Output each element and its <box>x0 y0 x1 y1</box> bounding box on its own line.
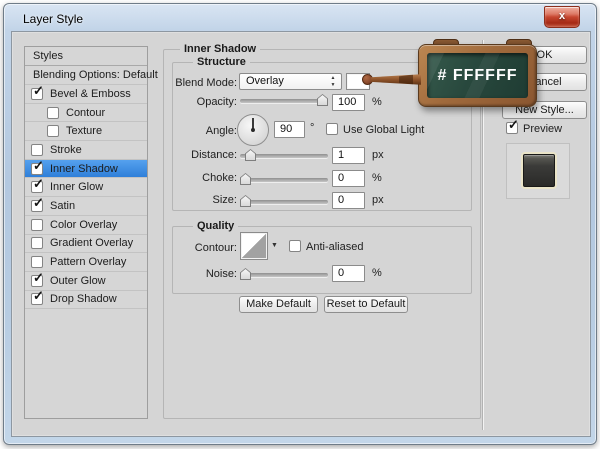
checkbox[interactable]: ✓ <box>31 196 44 212</box>
checkbox[interactable]: ✓ <box>47 106 59 119</box>
sidebar-item-bevel-emboss[interactable]: ✓ Bevel & Emboss <box>25 84 147 104</box>
distance-input[interactable]: 1 <box>332 147 365 164</box>
check-icon: ✓ <box>33 176 44 192</box>
sidebar-item-satin[interactable]: ✓ Satin <box>25 196 147 216</box>
sidebar-item-gradient-overlay[interactable]: ✓ Gradient Overlay <box>25 234 147 254</box>
check-icon: ✓ <box>33 269 44 285</box>
check-icon: ✓ <box>33 82 44 98</box>
anti-aliased-checkbox[interactable]: ✓ <box>289 240 301 252</box>
size-unit: px <box>372 194 384 206</box>
opacity-input[interactable]: 100 <box>332 94 365 111</box>
sidebar-item-label: Pattern Overlay <box>50 256 127 269</box>
layer-preview-thumbnail <box>523 154 555 187</box>
checkbox[interactable]: ✓ <box>31 271 44 287</box>
angle-dial[interactable] <box>237 114 269 146</box>
dropdown-spinner-icon: ▲ ▼ <box>330 75 336 88</box>
preview-area <box>506 143 570 199</box>
size-input[interactable]: 0 <box>332 192 365 209</box>
reset-to-default-button[interactable]: Reset to Default <box>324 296 408 313</box>
quality-group: Quality <box>172 220 472 294</box>
sidebar-item-label: Gradient Overlay <box>50 237 134 250</box>
checkbox[interactable]: ✓ <box>31 256 43 269</box>
choke-label: Choke: <box>202 172 237 184</box>
sidebar-header-label: Styles <box>33 50 63 62</box>
sidebar-item-label: Texture <box>66 125 103 138</box>
blend-mode-value: Overlay <box>246 75 284 87</box>
use-global-light-label: Use Global Light <box>343 124 425 136</box>
angle-center-dot <box>251 128 255 132</box>
blend-mode-label: Blend Mode: <box>175 77 237 89</box>
size-label: Size: <box>212 194 237 206</box>
choke-input[interactable]: 0 <box>332 170 365 187</box>
opacity-label: Opacity: <box>196 96 237 108</box>
angle-input[interactable]: 90 <box>274 121 305 138</box>
check-icon: ✓ <box>33 194 44 210</box>
noise-input[interactable]: 0 <box>332 265 365 282</box>
close-button[interactable]: x <box>544 6 580 28</box>
checkbox[interactable]: ✓ <box>31 84 44 100</box>
check-icon: ✓ <box>508 117 519 132</box>
sidebar-item-label: Inner Shadow <box>50 162 118 175</box>
contour-thumbnail[interactable] <box>240 232 268 260</box>
checkbox[interactable]: ✓ <box>47 125 59 138</box>
sidebar-item-stroke[interactable]: ✓ Stroke <box>25 141 147 160</box>
sidebar-item-label: Satin <box>50 199 76 212</box>
quality-legend: Quality <box>193 220 239 232</box>
check-icon: ✓ <box>33 157 44 173</box>
choke-unit: % <box>372 172 382 184</box>
sidebar-item-texture[interactable]: ✓ Texture <box>25 122 147 142</box>
styles-sidebar: Styles Blending Options: Default ✓ Bevel… <box>24 46 158 419</box>
window-title: Layer Style <box>23 12 84 26</box>
sidebar-item-label: Bevel & Emboss <box>50 87 131 100</box>
sidebar-item-drop-shadow[interactable]: ✓ Drop Shadow <box>25 289 147 310</box>
angle-label: Angle: <box>205 125 237 137</box>
noise-label: Noise: <box>205 268 237 280</box>
checkbox[interactable]: ✓ <box>31 177 44 194</box>
preview-label: Preview <box>523 123 563 135</box>
sidebar-item-label: Stroke <box>50 143 82 156</box>
checkbox[interactable]: ✓ <box>31 237 43 250</box>
distance-unit: px <box>372 149 384 161</box>
checkbox[interactable]: ✓ <box>31 159 44 175</box>
checkbox[interactable]: ✓ <box>31 143 43 156</box>
contour-label: Contour: <box>194 242 237 254</box>
check-icon: ✓ <box>33 288 44 304</box>
use-global-light-checkbox[interactable]: ✓ <box>326 123 338 135</box>
opacity-unit: % <box>372 96 382 108</box>
preview-checkbox[interactable]: ✓ <box>506 118 519 134</box>
sidebar-header-styles[interactable]: Styles <box>25 47 147 66</box>
anti-aliased-label: Anti-aliased <box>306 241 364 253</box>
distance-label: Distance: <box>191 149 237 161</box>
sidebar-item-label: Drop Shadow <box>50 293 117 306</box>
checkbox[interactable]: ✓ <box>31 289 44 306</box>
structure-legend: Structure <box>193 56 250 68</box>
angle-unit: ° <box>310 122 315 134</box>
sidebar-item-label: Contour <box>66 106 106 119</box>
panel-title: Inner Shadow <box>180 43 261 55</box>
opacity-slider[interactable] <box>240 99 328 103</box>
titlebar[interactable]: Layer Style x <box>4 4 596 31</box>
close-icon: x <box>558 10 566 22</box>
sidebar-item-label: Outer Glow <box>50 274 106 287</box>
sidebar-item-contour[interactable]: ✓ Contour <box>25 103 147 123</box>
sidebar-item-color-overlay[interactable]: ✓ Color Overlay <box>25 215 147 235</box>
noise-slider[interactable] <box>240 273 328 277</box>
size-slider[interactable] <box>240 200 328 204</box>
sidebar-item-label: Color Overlay <box>50 218 118 231</box>
chalkboard-callout: # FFFFFF <box>418 44 537 107</box>
sidebar-item-label: Inner Glow <box>50 181 104 194</box>
blend-mode-select[interactable]: Overlay ▲ ▼ <box>239 73 342 90</box>
noise-unit: % <box>372 267 382 279</box>
sidebar-item-label: Blending Options: Default <box>33 69 158 81</box>
make-default-button[interactable]: Make Default <box>239 296 318 313</box>
color-hex-annotation: # FFFFFF <box>437 66 518 84</box>
contour-dropdown-arrow-icon[interactable]: ▼ <box>271 242 278 249</box>
checkbox[interactable]: ✓ <box>31 218 43 231</box>
choke-slider[interactable] <box>240 178 328 182</box>
